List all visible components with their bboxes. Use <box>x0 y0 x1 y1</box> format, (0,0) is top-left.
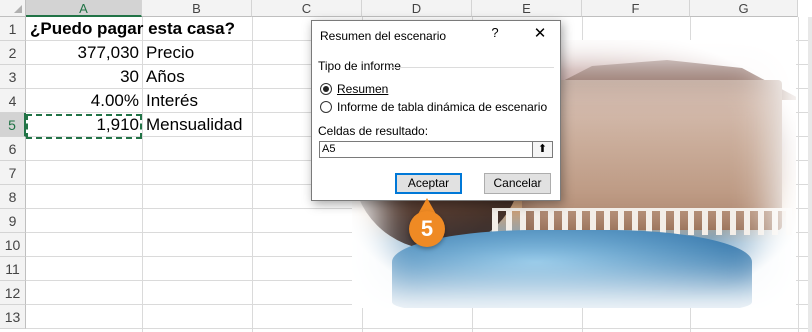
row-header-12[interactable]: 12 <box>0 281 26 305</box>
accept-button[interactable]: Aceptar <box>395 173 462 194</box>
row-header-2[interactable]: 2 <box>0 41 26 65</box>
cell-a4[interactable]: 4.00% <box>26 89 142 113</box>
radio-pivot-option[interactable]: Informe de tabla dinámica de escenario <box>320 99 547 115</box>
dialog-title: Resumen del escenario <box>320 29 447 43</box>
row-header-11[interactable]: 11 <box>0 257 26 281</box>
cell-b4[interactable]: Interés <box>142 89 252 113</box>
row-header-10[interactable]: 10 <box>0 233 26 257</box>
gridline <box>26 328 812 329</box>
cell-b2[interactable]: Precio <box>142 41 252 65</box>
cell-a2[interactable]: 377,030 <box>26 41 142 65</box>
radio-selected-icon[interactable] <box>320 83 332 95</box>
column-header-a[interactable]: A <box>26 0 142 17</box>
row-header-1[interactable]: 1 <box>0 17 26 41</box>
row-header-7[interactable]: 7 <box>0 161 26 185</box>
scenario-summary-dialog: Resumen del escenario ? ✕ Tipo de inform… <box>311 20 561 201</box>
radio-unselected-icon[interactable] <box>320 101 332 113</box>
close-icon[interactable]: ✕ <box>530 24 550 42</box>
radio-summary-option[interactable]: Resumen <box>320 81 388 97</box>
gridline <box>252 17 253 332</box>
cell-a1-title[interactable]: ¿Puedo pagar esta casa? <box>26 17 266 41</box>
column-header-g[interactable]: G <box>690 0 798 17</box>
step-number-badge: 5 <box>409 211 445 247</box>
column-header-e[interactable]: E <box>472 0 582 17</box>
column-header-c[interactable]: C <box>252 0 362 17</box>
cell-b5[interactable]: Mensualidad <box>142 113 252 137</box>
select-all-corner[interactable] <box>0 0 26 17</box>
cell-b3[interactable]: Años <box>142 65 252 89</box>
row-header-8[interactable]: 8 <box>0 185 26 209</box>
help-icon[interactable]: ? <box>486 25 504 40</box>
report-type-group-label: Tipo de informe <box>318 59 405 73</box>
row-header-3[interactable]: 3 <box>0 65 26 89</box>
gridline <box>798 17 799 332</box>
row-header-5[interactable]: 5 <box>0 113 26 137</box>
vertical-scrollbar[interactable] <box>808 17 812 332</box>
column-header-f[interactable]: F <box>582 0 690 17</box>
cancel-button[interactable]: Cancelar <box>484 173 551 194</box>
row-header-4[interactable]: 4 <box>0 89 26 113</box>
group-divider <box>390 67 554 68</box>
cell-a3[interactable]: 30 <box>26 65 142 89</box>
collapse-dialog-icon[interactable]: ⬆ <box>533 141 553 158</box>
column-header-d[interactable]: D <box>362 0 472 17</box>
result-cells-label: Celdas de resultado: <box>318 124 429 138</box>
radio-pivot-label: Informe de tabla dinámica de escenario <box>337 100 548 114</box>
row-header-13[interactable]: 13 <box>0 305 26 329</box>
radio-summary-label: Resumen <box>337 82 389 96</box>
column-header-b[interactable]: B <box>142 0 252 17</box>
row-header-6[interactable]: 6 <box>0 137 26 161</box>
select-all-triangle-icon <box>14 5 22 13</box>
row-header-9[interactable]: 9 <box>0 209 26 233</box>
result-cells-input[interactable]: A5 <box>319 141 533 158</box>
selected-cell-marquee <box>26 114 142 139</box>
